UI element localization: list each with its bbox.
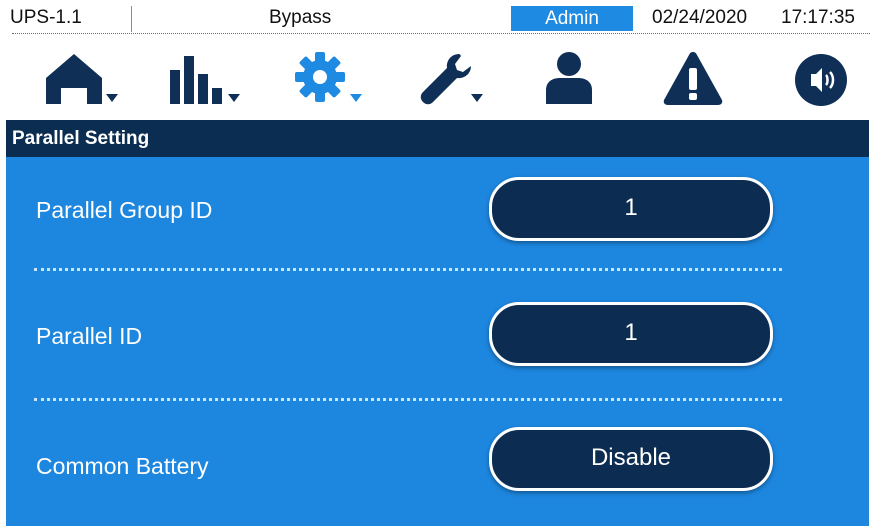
- settings-button[interactable]: [288, 44, 368, 114]
- mode-label: Bypass: [269, 7, 332, 28]
- home-icon: [46, 54, 118, 104]
- row-separator: [34, 268, 782, 271]
- parallel-group-id-button[interactable]: 1: [489, 177, 773, 241]
- parallel-id-label: Parallel ID: [36, 323, 143, 349]
- home-button[interactable]: [40, 44, 120, 114]
- user-button[interactable]: [536, 44, 616, 114]
- maintenance-button[interactable]: [413, 44, 493, 114]
- status-separator: [12, 33, 870, 34]
- settings-panel: Parallel Group ID 1 Parallel ID 1 Common…: [6, 157, 869, 526]
- right-frame: [869, 0, 873, 526]
- wrench-icon: [420, 54, 483, 105]
- common-battery-label: Common Battery: [36, 453, 209, 479]
- page-title: Parallel Setting: [6, 120, 869, 157]
- row-separator: [34, 398, 782, 401]
- sound-button[interactable]: [783, 44, 863, 114]
- speaker-icon: [795, 54, 847, 106]
- main-toolbar: [6, 36, 869, 120]
- gear-icon: [295, 52, 362, 102]
- parallel-group-id-label: Parallel Group ID: [36, 197, 213, 223]
- alarm-button[interactable]: [659, 44, 739, 114]
- date-label: 02/24/2020: [652, 7, 748, 28]
- status-bar: UPS-1.1 Bypass Admin 02/24/2020 17:17:35: [6, 0, 870, 36]
- time-label: 17:17:35: [781, 7, 855, 28]
- user-badge[interactable]: Admin: [511, 6, 633, 31]
- bar-chart-icon: [170, 56, 240, 104]
- measurements-button[interactable]: [164, 44, 244, 114]
- status-divider: [131, 6, 132, 32]
- model-label: UPS-1.1: [10, 7, 82, 28]
- user-icon: [546, 52, 592, 104]
- warning-icon: [663, 52, 723, 105]
- parallel-id-button[interactable]: 1: [489, 302, 773, 366]
- common-battery-button[interactable]: Disable: [489, 427, 773, 491]
